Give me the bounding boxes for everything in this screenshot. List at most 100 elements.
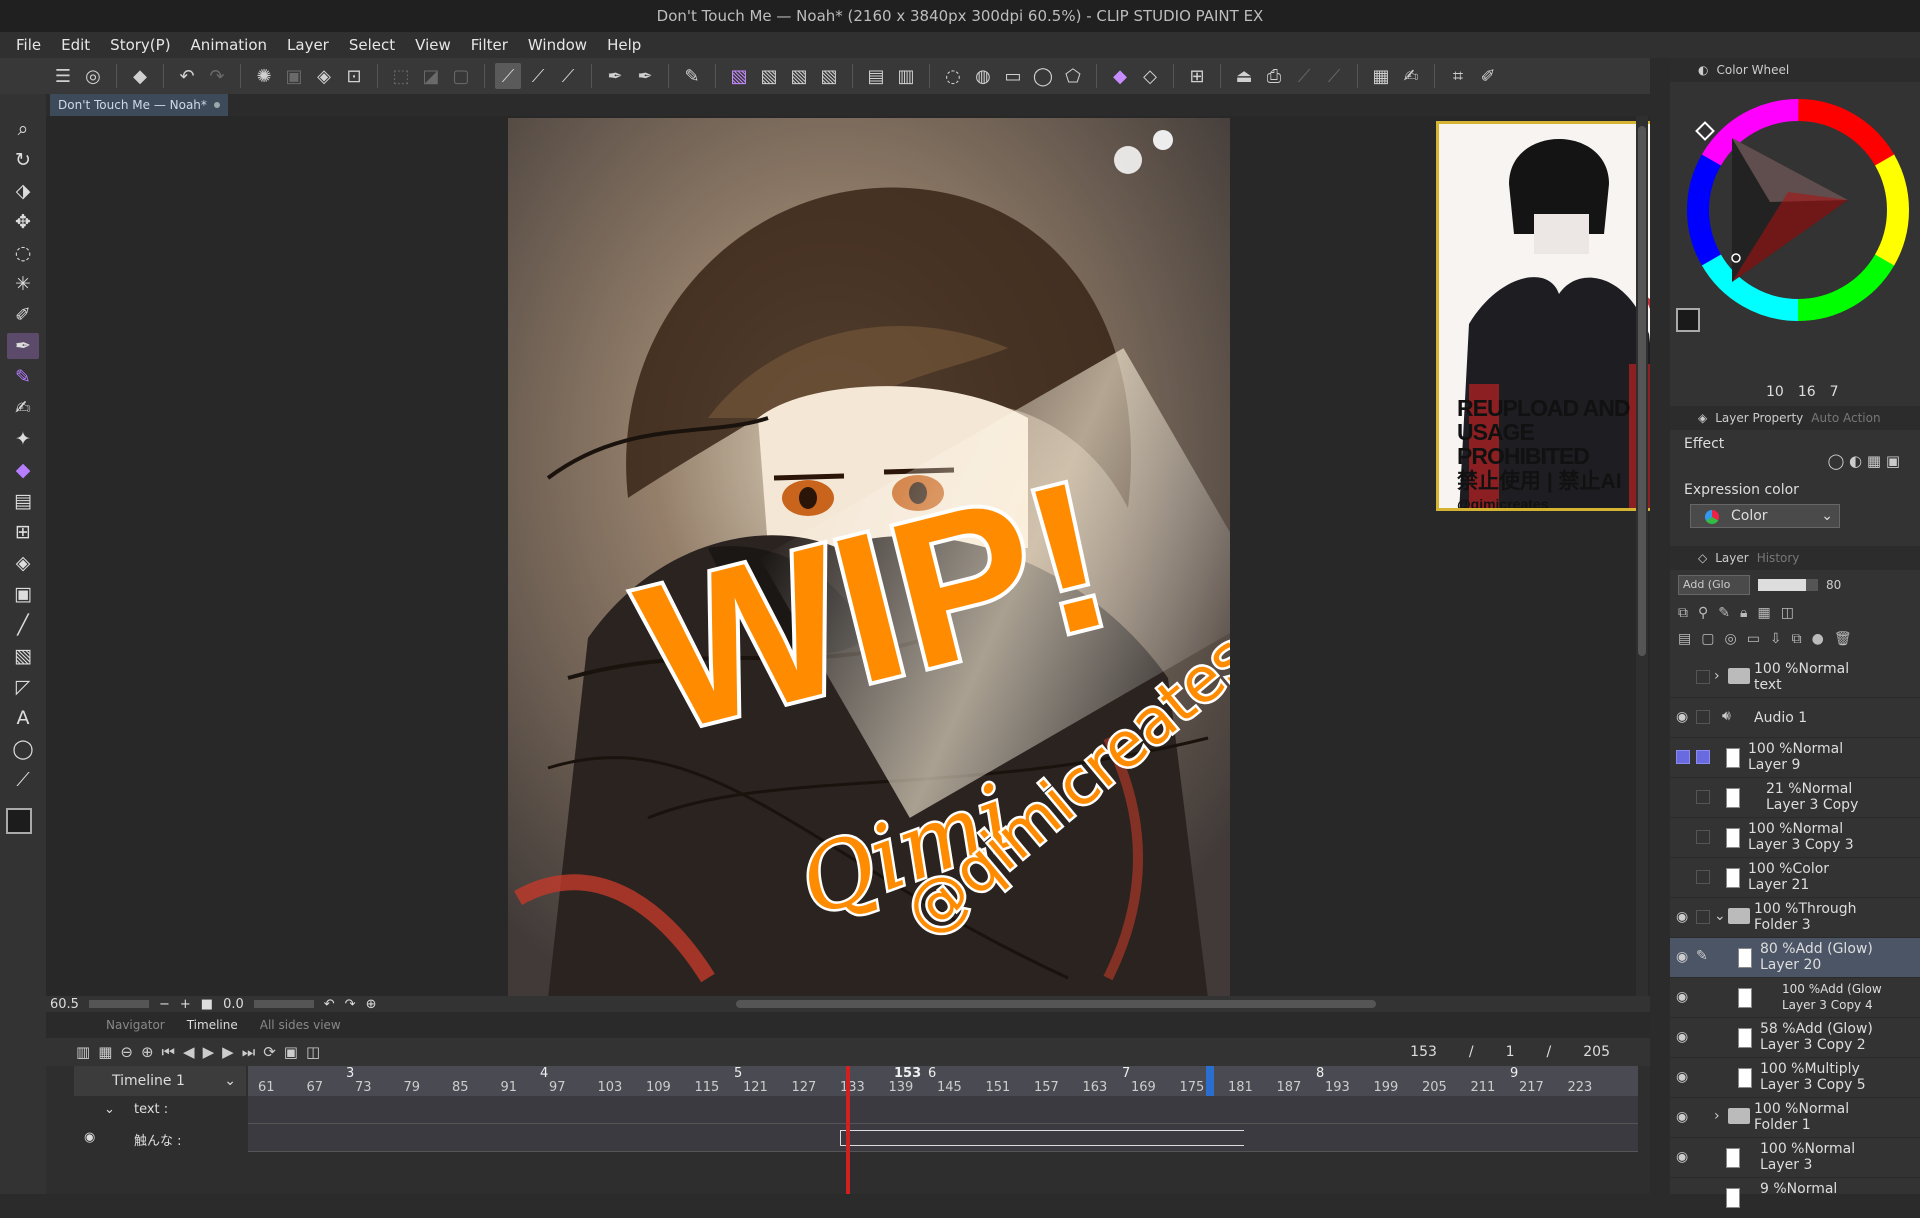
gradient-tool-icon[interactable]: ▣ [7, 581, 39, 607]
new-raster-layer-icon[interactable]: ▧ [726, 63, 752, 89]
chevron-down-icon[interactable]: ⌄ [224, 1066, 236, 1096]
auto-action-tab[interactable]: Auto Action [1811, 411, 1880, 425]
value-value[interactable]: 7 [1830, 384, 1839, 400]
color-wheel-title-bar[interactable]: ◐ Color Wheel [1670, 58, 1920, 82]
brush-tool-icon[interactable]: ✍ [7, 395, 39, 421]
layer-row[interactable]: ◉ › 100 %Normal Folder 1 [1670, 1098, 1920, 1138]
draft-icon[interactable]: ✎ [1718, 605, 1730, 621]
layer-panel-title[interactable]: Layer [1715, 551, 1748, 565]
layer-row[interactable]: ◉ 100 %Normal Layer 3 [1670, 1138, 1920, 1178]
layer-check[interactable] [1696, 790, 1710, 804]
artwork-canvas[interactable]: WIP! Qimi @qimicreates [508, 118, 1230, 998]
eye-icon[interactable]: ◉ [1676, 1149, 1688, 1165]
pencil-tool-icon[interactable]: ✎ [7, 364, 39, 390]
menu-filter[interactable]: Filter [461, 36, 518, 54]
zoom-out-icon[interactable]: − [159, 997, 170, 1012]
eye-icon[interactable]: ◉ [84, 1130, 95, 1145]
loop-icon[interactable]: ⟳ [263, 1043, 276, 1061]
reset-rotation-icon[interactable]: ⊕ [366, 997, 377, 1012]
canvas-area[interactable]: WIP! Qimi @qimicreates REUPLOAD AND USAG… [46, 116, 1682, 998]
eyedropper-tool-icon[interactable]: ✐ [7, 302, 39, 328]
zoom-tool-icon[interactable]: ⌕ [7, 116, 39, 142]
edit-timeline-icon[interactable]: ▦ [98, 1043, 112, 1061]
pen-tool-icon[interactable]: ✒ [7, 333, 39, 359]
layer-row[interactable]: ◉ 100 %Add (Glow Layer 3 Copy 4 [1670, 978, 1920, 1018]
new-vector-icon[interactable]: ◎ [1724, 631, 1736, 647]
new-folder-icon[interactable]: ▭ [1747, 631, 1760, 647]
eye-icon[interactable]: ◉ [1676, 949, 1688, 965]
new-layer-cyan-icon[interactable]: ▧ [816, 63, 842, 89]
blend-tool-icon[interactable]: ⊞ [7, 519, 39, 545]
lock-transparency-icon[interactable]: ▦ [1757, 605, 1770, 621]
timeline-ruler[interactable]: 61 67 73 79 85 91 97 103 109 115 121 127 133 139 145 15… [248, 1066, 1638, 1096]
export-icon[interactable]: ⏏ [1231, 63, 1257, 89]
first-frame-icon[interactable]: ⏮ [162, 1043, 176, 1061]
layer-check[interactable] [1696, 910, 1710, 924]
eraser-icon[interactable]: ◇ [1137, 63, 1163, 89]
opacity-value[interactable]: 80 [1826, 578, 1841, 592]
panel-collapse-strip[interactable] [1650, 58, 1670, 1194]
reference-icon[interactable]: ⚲ [1698, 605, 1708, 621]
eye-icon[interactable]: ◉ [1676, 989, 1688, 1005]
figure-tool-icon[interactable]: ╱ [7, 612, 39, 638]
expand-icon[interactable]: ⌄ [104, 1102, 115, 1117]
busy-icon[interactable]: ✺ [251, 63, 277, 89]
tab-navigator[interactable]: Navigator [106, 1018, 165, 1032]
canvas-vertical-scrollbar[interactable] [1636, 116, 1648, 996]
saturation-value[interactable]: 16 [1798, 384, 1816, 400]
vertical-scroll-thumb[interactable] [1638, 126, 1646, 656]
new-layer-blue-icon[interactable]: ▧ [786, 63, 812, 89]
eye-icon[interactable]: ◉ [1676, 1069, 1688, 1085]
eye-icon[interactable]: ◉ [1676, 909, 1688, 925]
track-frames[interactable] [248, 1124, 1638, 1152]
layer-row[interactable]: ◉ ⌄ 100 %Through Folder 3 [1670, 898, 1920, 938]
timeline-selector[interactable]: Timeline 1 ⌄ [74, 1066, 246, 1096]
text-tool-icon[interactable]: A [7, 705, 39, 731]
current-frame[interactable]: 153 [1410, 1044, 1437, 1060]
clip-icon[interactable]: ⧉ [1678, 605, 1688, 621]
layer-check[interactable] [1696, 830, 1710, 844]
crop-icon[interactable]: ⌗ [1445, 63, 1471, 89]
opacity-slider[interactable] [1758, 579, 1818, 591]
new-animation-cel-icon[interactable]: ▣ [284, 1043, 298, 1061]
next-frame-icon[interactable]: ▶ [222, 1043, 234, 1061]
ruler-tool-icon[interactable]: ◸ [7, 674, 39, 700]
auto-select-tool-icon[interactable]: ✳ [7, 271, 39, 297]
snap-special-ruler-icon[interactable]: ⟋ [525, 63, 551, 89]
pen-b-icon[interactable]: ⟋ [1321, 63, 1347, 89]
print-icon[interactable]: ⎙ [1261, 63, 1287, 89]
eye-icon[interactable]: ◉ [1676, 709, 1688, 725]
expression-color-select[interactable]: Color ⌄ [1690, 504, 1840, 528]
airbrush-tool-icon[interactable]: ✦ [7, 426, 39, 452]
layer-row[interactable]: ◉ 100 %Multiply Layer 3 Copy 5 [1670, 1058, 1920, 1098]
layer-color-icon[interactable]: ▤ [1678, 631, 1691, 647]
eraser-tool-icon[interactable]: ◆ [7, 457, 39, 483]
snap-ruler-icon[interactable]: ⟋ [495, 63, 521, 89]
undo-icon[interactable]: ↶ [174, 63, 200, 89]
chevron-down-icon[interactable]: ⌄ [1714, 908, 1726, 924]
transfer-icon[interactable]: ⇩ [1770, 631, 1782, 647]
layer-property-title[interactable]: Layer Property [1715, 411, 1803, 425]
pen-ink-icon[interactable]: ✒ [632, 63, 658, 89]
horizontal-scroll-thumb[interactable] [736, 1000, 1376, 1008]
onion-skin-icon[interactable]: ▥ [893, 63, 919, 89]
eye-icon[interactable]: ◉ [1676, 1029, 1688, 1045]
menu-story[interactable]: Story(P) [100, 36, 180, 54]
menu-animation[interactable]: Animation [181, 36, 277, 54]
color-fg-bg-swatch[interactable] [1676, 308, 1710, 342]
end-frame[interactable]: 205 [1583, 1044, 1610, 1060]
clear-icon[interactable]: ▣ [281, 63, 307, 89]
lasso-tool-icon[interactable]: ◌ [7, 240, 39, 266]
chevron-right-icon[interactable]: › [1714, 1108, 1720, 1124]
lock-icon[interactable]: 🔒︎ [1740, 605, 1747, 621]
onion-skin-toggle-icon[interactable]: ◫ [306, 1043, 320, 1061]
tab-timeline[interactable]: Timeline [187, 1018, 238, 1032]
menu-help[interactable]: Help [597, 36, 651, 54]
close-tab-icon[interactable] [214, 102, 220, 108]
effect-icons[interactable]: ◯ ◐ ▦ ▣ [1670, 452, 1920, 478]
start-frame[interactable]: 1 [1506, 1044, 1515, 1060]
layer-row[interactable]: ◉ 🔊︎ Audio 1 [1670, 698, 1920, 738]
rotate-right-icon[interactable]: ↷ [345, 997, 356, 1012]
hue-value[interactable]: 10 [1766, 384, 1784, 400]
layer-row[interactable]: 100 %Color Layer 21 [1670, 858, 1920, 898]
